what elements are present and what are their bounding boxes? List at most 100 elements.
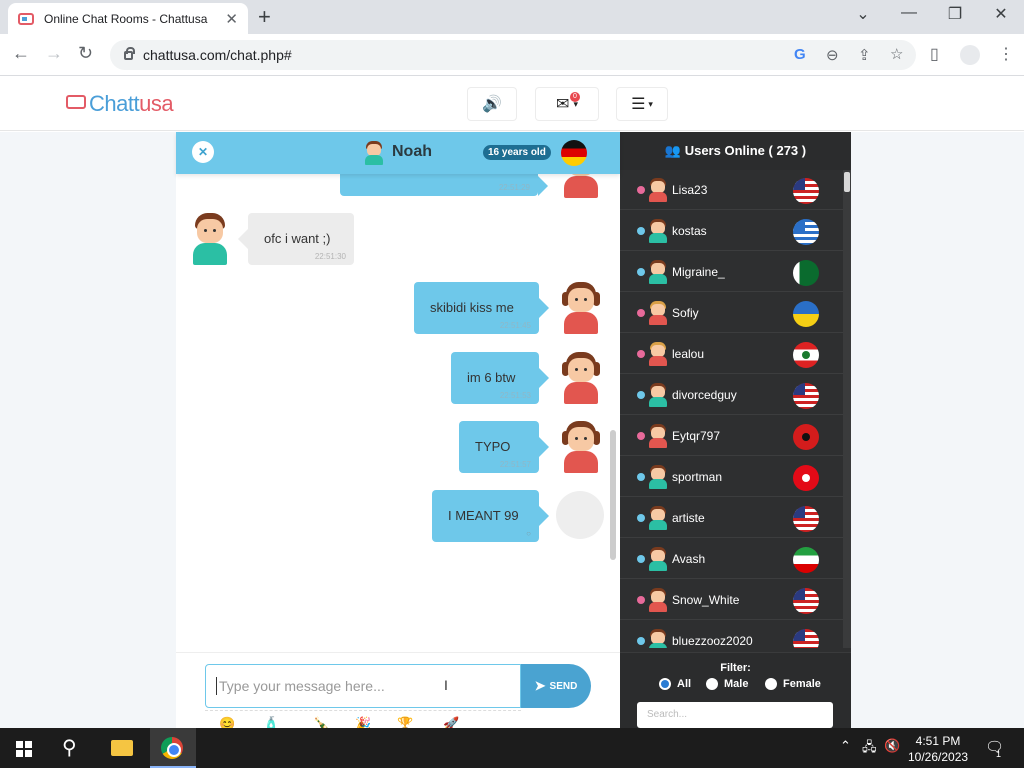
female-indicator-icon <box>637 309 645 317</box>
user-row[interactable]: lealou <box>620 334 843 374</box>
male-indicator-icon <box>637 227 645 235</box>
user-row[interactable]: kostas <box>620 211 843 251</box>
text-cursor-icon: I <box>444 677 448 693</box>
restore-button[interactable]: ❐ <box>932 4 978 24</box>
windows-taskbar: ⚲ ⌃ 🖧 🔇 4:51 PM 10/26/2023 🗨 1 <box>0 728 1024 768</box>
users-online-header: 👥 Users Online ( 273 ) <box>620 132 851 170</box>
new-tab-button[interactable]: + <box>258 4 271 30</box>
browser-tab[interactable]: Online Chat Rooms - Chattusa ✕ <box>8 3 248 34</box>
close-chat-button[interactable]: ✕ <box>192 141 214 163</box>
greece-flag-icon <box>793 219 819 245</box>
notifications-icon[interactable]: 🗨 <box>985 738 1004 756</box>
chat-panel <box>176 132 620 728</box>
tab-search-icon[interactable]: ⌄ <box>840 4 886 24</box>
clock-date: 10/26/2023 <box>908 750 969 764</box>
user-name: artiste <box>672 511 705 525</box>
user-row[interactable]: artiste <box>620 498 843 538</box>
message-bubble-outgoing: im 6 btw 22:51:53 <box>451 352 549 404</box>
volume-muted-icon[interactable]: 🔇 <box>884 738 900 754</box>
url-text: chattusa.com/chat.php# <box>143 47 292 63</box>
female-indicator-icon <box>637 186 645 194</box>
profile-avatar-icon[interactable] <box>960 45 980 65</box>
sound-toggle-button[interactable]: 🔊 <box>467 87 517 121</box>
filter-label: Filter: <box>720 662 751 674</box>
filter-all-radio[interactable]: All <box>659 678 691 690</box>
main-menu-button[interactable]: ☰ ▾ <box>616 87 668 121</box>
user-row[interactable]: Avash <box>620 539 843 579</box>
my-avatar <box>562 282 600 334</box>
network-icon[interactable]: 🖧 <box>862 738 877 760</box>
forward-arrow-icon[interactable]: → <box>45 43 63 64</box>
message-text: ofc i want ;) <box>264 231 331 246</box>
user-row[interactable]: bluezzooz2020 <box>620 621 843 648</box>
user-row[interactable]: Lisa23 <box>620 170 843 210</box>
user-name: kostas <box>672 224 707 238</box>
emoji-bar: 😊 🧴 🍾 🎉 🏆 🚀 <box>205 710 521 731</box>
message-bubble-outgoing: skibidi kiss me 22:51:45 <box>414 282 549 334</box>
user-avatar <box>648 547 668 571</box>
minimize-button[interactable]: — <box>886 4 932 22</box>
filter-female-label: Female <box>783 678 821 690</box>
filter-all-label: All <box>677 678 692 690</box>
filter-female-radio[interactable]: Female <box>765 678 821 690</box>
user-name: Lisa23 <box>672 183 708 197</box>
message-time: 22:51:53 <box>499 391 531 400</box>
user-avatar <box>648 260 668 284</box>
users-scrollbar[interactable] <box>843 170 851 648</box>
partner-avatar <box>191 213 229 265</box>
users-scrollbar-thumb[interactable] <box>844 172 850 192</box>
paper-plane-icon: ➤ <box>534 678 546 693</box>
logo-text-part1: Chatt <box>89 91 140 116</box>
search-icon[interactable]: ⚲ <box>62 735 77 760</box>
user-row[interactable]: Snow_White <box>620 580 843 620</box>
back-arrow-icon[interactable]: ← <box>12 43 30 64</box>
side-panel-icon[interactable]: ▯ <box>930 44 939 64</box>
browser-toolbar: ← → ↻ chattusa.com/chat.php# G ⊖ ⇪ ☆ ▯ ⋮ <box>0 34 1024 76</box>
site-logo[interactable]: Chattusa <box>66 91 174 117</box>
user-row[interactable]: Eytqr797 <box>620 416 843 456</box>
user-row[interactable]: sportman <box>620 457 843 497</box>
clock-time: 4:51 PM <box>915 734 961 748</box>
system-clock[interactable]: 4:51 PM 10/26/2023 <box>908 733 968 765</box>
menu-kebab-icon[interactable]: ⋮ <box>998 44 1014 64</box>
users-online-title: Users Online <box>684 143 765 158</box>
browser-tabbar: Online Chat Rooms - Chattusa ✕ + ⌄ — ❐ ✕ <box>0 0 1024 34</box>
message-time: 22:51:29 <box>498 183 530 192</box>
message-time: 22:51:57 <box>499 460 531 469</box>
radio-icon <box>706 678 718 690</box>
lebanon-flag-icon <box>793 342 819 368</box>
users-online-count: ( 273 ) <box>768 143 807 158</box>
zoom-icon[interactable]: ⊖ <box>826 46 839 64</box>
logo-text-part2: usa <box>139 91 174 116</box>
bookmark-star-icon[interactable]: ☆ <box>890 45 903 63</box>
logo-chat-icon <box>66 95 86 109</box>
turkey-flag-icon <box>793 465 819 491</box>
user-row[interactable]: Migraine_ <box>620 252 843 292</box>
reload-icon[interactable]: ↻ <box>78 43 93 64</box>
user-row[interactable]: Sofiy <box>620 293 843 333</box>
windows-start-icon[interactable] <box>16 741 32 757</box>
user-search-input[interactable]: Search... <box>637 702 833 728</box>
filter-male-label: Male <box>724 678 749 690</box>
window-close-button[interactable]: ✕ <box>978 4 1024 24</box>
user-name: sportman <box>672 470 723 484</box>
user-name: lealou <box>672 347 705 361</box>
user-avatar <box>648 219 668 243</box>
hamburger-icon: ☰ <box>631 96 646 113</box>
share-icon[interactable]: ⇪ <box>858 46 871 64</box>
tray-chevron-icon[interactable]: ⌃ <box>840 738 851 754</box>
messages-dropdown-button[interactable]: ✉ ▾ 0 <box>535 87 599 121</box>
pending-icon: ○ <box>526 529 531 538</box>
google-icon[interactable]: G <box>794 46 806 63</box>
pakistan-flag-icon <box>793 260 819 286</box>
filter-male-radio[interactable]: Male <box>706 678 748 690</box>
tab-close-icon[interactable]: ✕ <box>225 10 238 28</box>
file-explorer-icon[interactable] <box>111 740 133 756</box>
chat-scrollbar[interactable] <box>610 430 616 560</box>
user-name: divorcedguy <box>672 388 737 402</box>
user-row[interactable]: divorcedguy <box>620 375 843 415</box>
usa-flag-icon <box>793 588 819 614</box>
send-button[interactable]: ➤ SEND <box>521 664 591 708</box>
partner-name[interactable]: Noah <box>392 143 432 161</box>
message-input[interactable]: Type your message here... I <box>205 664 521 708</box>
